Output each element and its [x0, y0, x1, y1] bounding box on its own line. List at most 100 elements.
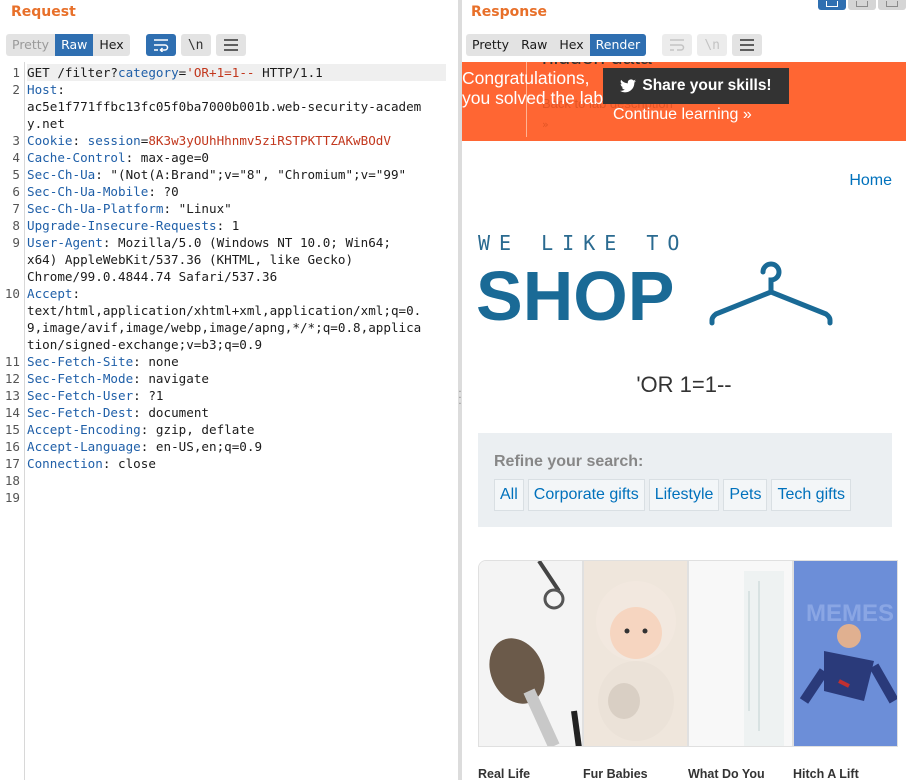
lab-solved-banner: hidden data Back to lab description » Co…	[462, 62, 906, 141]
response-wrap-button[interactable]	[662, 34, 693, 56]
header-value: ?1	[148, 388, 164, 403]
request-newline-button[interactable]: \n	[180, 34, 211, 56]
line-number: 1	[12, 65, 20, 80]
menu-icon	[223, 39, 238, 51]
line-number: 10	[4, 286, 20, 301]
filter-all[interactable]: All	[494, 479, 524, 511]
filter-tech-gifts[interactable]: Tech gifts	[771, 479, 852, 511]
request-menu-button[interactable]	[215, 34, 246, 56]
product-name[interactable]: What Do You	[688, 767, 765, 780]
header-value-wrap: y.net	[27, 116, 65, 131]
request-view-toolbar: Pretty Raw Hex \n	[6, 34, 246, 56]
header-line: Sec-Fetch-Mode: navigate	[27, 371, 209, 386]
filter-lifestyle[interactable]: Lifestyle	[648, 479, 720, 511]
line-number: 14	[4, 405, 20, 420]
layout-icon	[886, 1, 898, 7]
response-tab-render[interactable]: Render	[589, 34, 647, 56]
header-key: User-Agent	[27, 235, 103, 250]
product-name[interactable]: Hitch A Lift	[793, 767, 859, 780]
cookie-value: 8K3w3yOUhHhnmv5ziRSTPKTTZAKwBOdV	[148, 133, 391, 148]
header-key: Accept-Language	[27, 439, 141, 454]
header-line: Accept-Encoding: gzip, deflate	[27, 422, 255, 437]
line-number: 8	[12, 218, 20, 233]
header-value: close	[118, 456, 156, 471]
header-line: Sec-Fetch-Site: none	[27, 354, 179, 369]
header-line: Cache-Control: max-age=0	[27, 150, 209, 165]
header-line: Connection: close	[27, 456, 156, 471]
product-name[interactable]: Real Life	[478, 767, 530, 780]
response-newline-button[interactable]: \n	[697, 34, 728, 56]
product-grid: Real Life Fur Babies What Do You MEMES H…	[478, 560, 906, 780]
response-view-toolbar: Pretty Raw Hex Render \n	[466, 34, 763, 56]
header-value-wrap: ac5e1f771ffbc13fc05f0ba7000b001b.web-sec…	[27, 99, 422, 114]
header-line: Upgrade-Insecure-Requests: 1	[27, 218, 240, 233]
wrap-icon	[670, 39, 685, 51]
request-tab-pretty[interactable]: Pretty	[6, 34, 55, 56]
product-watermark: MEMES	[806, 600, 894, 627]
product-card[interactable]: MEMES Hitch A Lift	[793, 560, 898, 780]
layout-side-by-side-button[interactable]	[818, 0, 846, 10]
header-value: 1	[231, 218, 240, 233]
request-wrap-button[interactable]	[145, 34, 176, 56]
layout-stacked-button[interactable]	[848, 0, 876, 10]
request-title: Request	[11, 4, 76, 20]
shop-logo-graphic: WE LIKE TO SHOP	[476, 231, 833, 335]
header-key: Accept	[27, 286, 73, 301]
header-key: Accept-Encoding	[27, 422, 141, 437]
filter-corporate-gifts[interactable]: Corporate gifts	[527, 479, 645, 511]
line-number-gutter: 1 2 3 4 5 6 7 8 9 10 11 12 13 14 15 16 1…	[0, 62, 25, 780]
layout-switcher	[818, 0, 906, 10]
line-number: 13	[4, 388, 20, 403]
header-value-wrap: tion/signed-exchange;v=b3;q=0.9	[27, 337, 263, 352]
product-image-baby[interactable]	[583, 560, 688, 747]
line-number: 12	[4, 371, 20, 386]
header-key: Sec-Ch-Ua-Platform	[27, 201, 164, 216]
request-tab-raw[interactable]: Raw	[55, 34, 94, 56]
product-name[interactable]: Fur Babies	[583, 767, 648, 780]
header-line: User-Agent: Mozilla/5.0 (Windows NT 10.0…	[27, 235, 391, 250]
header-value-wrap: text/html,application/xhtml+xml,applicat…	[27, 303, 422, 318]
header-key: Sec-Ch-Ua	[27, 167, 96, 182]
lab-description-chevron: »	[542, 118, 549, 131]
header-key: Sec-Fetch-Dest	[27, 405, 134, 420]
response-menu-button[interactable]	[732, 34, 763, 56]
header-line: Accept:	[27, 286, 81, 301]
product-card[interactable]: Real Life	[478, 560, 583, 780]
header-key: Cookie	[27, 133, 73, 148]
request-editor[interactable]: 1 2 3 4 5 6 7 8 9 10 11 12 13 14 15 16 1…	[0, 62, 450, 780]
product-image-box[interactable]	[688, 560, 793, 747]
solved-message: Congratulations, you solved the lab!	[462, 68, 608, 108]
header-value-wrap: 9,image/avif,image/webp,image/apng,*/*;q…	[27, 320, 422, 335]
header-key: Sec-Fetch-User	[27, 388, 134, 403]
rendered-page: hidden data Back to lab description » Co…	[462, 62, 906, 780]
share-skills-button[interactable]: Share your skills!	[603, 68, 789, 104]
layout-tabs-button[interactable]	[878, 0, 906, 10]
header-value: max-age=0	[140, 150, 209, 165]
header-value-wrap: Chrome/99.0.4844.74 Safari/537.36	[27, 269, 278, 284]
response-tab-raw[interactable]: Raw	[515, 34, 553, 56]
line-number: 2	[12, 82, 20, 97]
request-view-tabs: Pretty Raw Hex	[6, 34, 130, 56]
continue-learning-link[interactable]: Continue learning »	[613, 106, 752, 124]
product-image-skydiver[interactable]: MEMES	[793, 560, 898, 747]
share-skills-label: Share your skills!	[642, 77, 772, 94]
product-card[interactable]: Fur Babies	[583, 560, 688, 780]
product-card[interactable]: What Do You	[688, 560, 793, 780]
header-line: Sec-Ch-Ua-Platform: "Linux"	[27, 201, 232, 216]
response-tab-pretty[interactable]: Pretty	[466, 34, 515, 56]
home-link[interactable]: Home	[849, 172, 892, 190]
request-tab-hex[interactable]: Hex	[93, 34, 129, 56]
header-key: Host	[27, 82, 58, 97]
filter-pets[interactable]: Pets	[723, 479, 768, 511]
product-image-makeup[interactable]	[478, 560, 583, 747]
query-param-name: category	[118, 65, 179, 80]
header-line: Sec-Ch-Ua: "(Not(A:Brand";v="8", "Chromi…	[27, 167, 407, 182]
logo-tagline: WE LIKE TO	[478, 232, 688, 255]
response-tab-hex[interactable]: Hex	[553, 34, 589, 56]
category-filters: All Corporate gifts Lifestyle Pets Tech …	[494, 479, 852, 511]
header-value: navigate	[148, 371, 209, 386]
line-number: 19	[4, 490, 20, 505]
protocol: HTTP/1.1	[254, 65, 323, 80]
hanger-icon	[709, 261, 833, 326]
header-value: none	[148, 354, 179, 369]
